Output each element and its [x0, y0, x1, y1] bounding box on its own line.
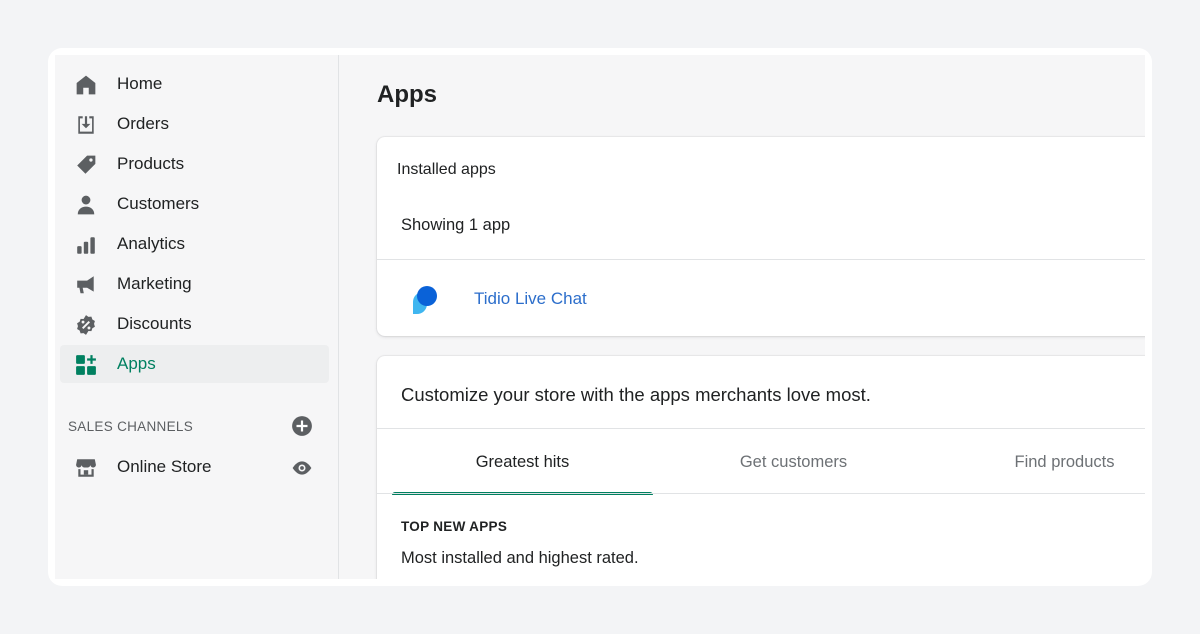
sidebar-item-label: Discounts	[117, 314, 192, 333]
section-heading: TOP NEW APPS	[401, 519, 508, 534]
sidebar-item-orders[interactable]: Orders	[60, 105, 329, 143]
sidebar-item-label: Online Store	[117, 457, 212, 476]
megaphone-icon	[74, 273, 98, 297]
sidebar-item-label: Marketing	[117, 274, 192, 293]
main-content: Apps Installed apps Showing 1 app Tidio …	[339, 55, 1145, 579]
sidebar-item-label: Apps	[117, 354, 156, 373]
view-online-store-button[interactable]	[291, 457, 313, 479]
installed-app-row[interactable]: Tidio Live Chat	[377, 259, 1145, 336]
installed-apps-card: Installed apps Showing 1 app Tidio Live …	[377, 137, 1145, 336]
sales-channels-heading: SALES CHANNELS	[68, 419, 193, 434]
divider	[377, 493, 1145, 494]
bar-chart-icon	[74, 233, 98, 257]
orders-icon	[74, 113, 98, 137]
sidebar-item-discounts[interactable]: Discounts	[60, 305, 329, 343]
discount-icon	[74, 313, 98, 337]
app-name-link[interactable]: Tidio Live Chat	[474, 289, 587, 309]
tab-get-customers[interactable]: Get customers	[663, 430, 924, 494]
app-count-text: Showing 1 app	[401, 216, 511, 234]
add-sales-channel-button[interactable]	[291, 415, 313, 437]
page-title: Apps	[377, 81, 437, 108]
sidebar-item-apps[interactable]: Apps	[60, 345, 329, 383]
sidebar-item-label: Orders	[117, 114, 169, 133]
admin-window: Home Orders Products Customers Analytics…	[55, 55, 1145, 579]
home-icon	[74, 73, 98, 97]
tab-find-products[interactable]: Find products	[934, 430, 1145, 494]
card-title: Installed apps	[397, 161, 496, 178]
sidebar-item-marketing[interactable]: Marketing	[60, 265, 329, 303]
eye-icon	[292, 461, 312, 475]
discover-apps-card: Customize your store with the apps merch…	[377, 356, 1145, 579]
sidebar-item-customers[interactable]: Customers	[60, 185, 329, 223]
tab-greatest-hits[interactable]: Greatest hits	[392, 430, 653, 495]
tag-icon	[74, 153, 98, 177]
person-icon	[74, 193, 98, 217]
sidebar-item-label: Home	[117, 74, 163, 93]
chat-bubble-icon	[407, 282, 443, 318]
sidebar-item-home[interactable]: Home	[60, 65, 329, 103]
section-description: Most installed and highest rated.	[401, 549, 639, 567]
card-title: Customize your store with the apps merch…	[401, 384, 871, 405]
store-icon	[74, 456, 98, 480]
sidebar-item-analytics[interactable]: Analytics	[60, 225, 329, 263]
sidebar-item-label: Products	[117, 154, 185, 173]
sidebar-item-label: Analytics	[117, 234, 186, 253]
sidebar: Home Orders Products Customers Analytics…	[55, 55, 339, 579]
plus-circle-icon	[292, 416, 312, 436]
sidebar-item-online-store[interactable]: Online Store	[60, 448, 329, 486]
sidebar-item-products[interactable]: Products	[60, 145, 329, 183]
divider	[377, 428, 1145, 429]
sidebar-item-label: Customers	[117, 194, 200, 213]
screenshot-frame: Home Orders Products Customers Analytics…	[48, 48, 1152, 586]
apps-icon	[74, 353, 98, 377]
